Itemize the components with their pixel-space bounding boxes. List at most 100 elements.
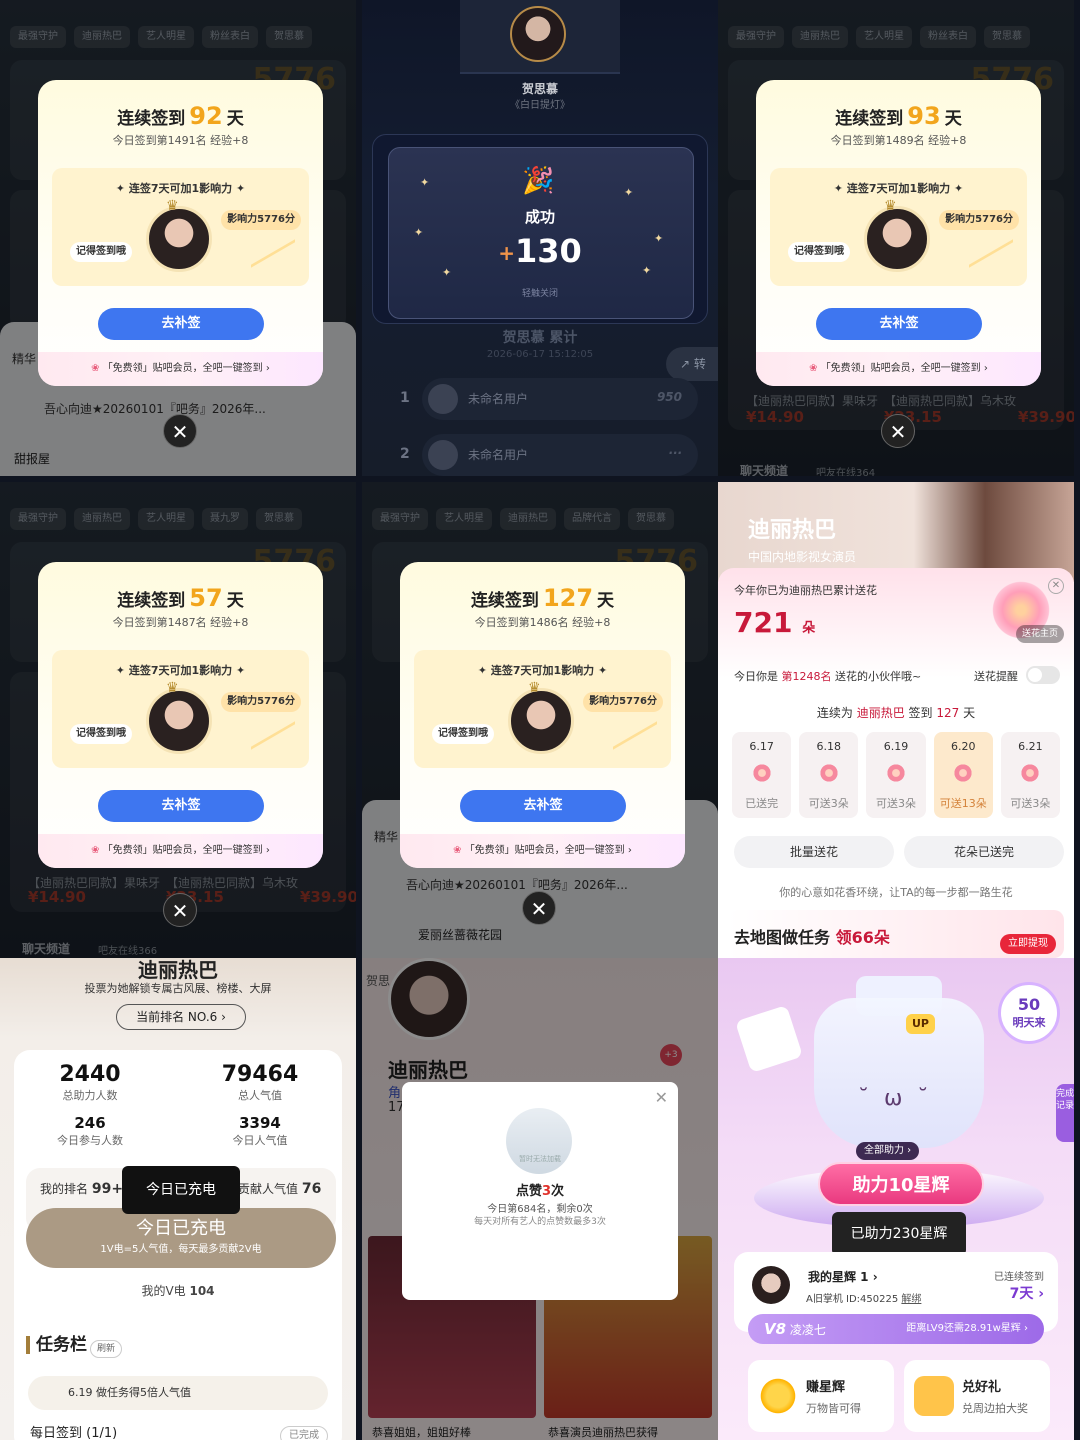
- user-avatar-icon: [428, 440, 458, 470]
- day-card-selected[interactable]: 6.20 可送13朵: [933, 732, 993, 818]
- charge-button[interactable]: 今日已充电 1V电=5人气值，每天最多贡献2V电: [26, 1208, 336, 1268]
- close-icon[interactable]: ✕: [1048, 578, 1064, 594]
- unbind-link[interactable]: 解绑: [901, 1294, 921, 1305]
- streak-days: 92: [189, 102, 223, 130]
- flower-icon: [751, 763, 772, 783]
- vip-promo-link[interactable]: ❀ 「免费领」贴吧会员，全吧一键签到 ›: [756, 352, 1041, 386]
- flower-home-link[interactable]: 送花主页: [1015, 625, 1064, 643]
- like-title: 点赞3次: [515, 1184, 565, 1199]
- withdraw-button[interactable]: 立即提现: [1000, 934, 1056, 954]
- checkin-screen-3: 最强守护 迪丽热巴 艺人明星 聂九罗 贺思慕 5776 【迪丽热巴同款】果味牙 …: [0, 482, 356, 958]
- my-v-electric: 我的V电 104: [141, 1284, 215, 1298]
- rank-score: ···: [668, 446, 682, 460]
- hero-name: 迪丽热巴: [748, 518, 837, 543]
- checkin-subtitle: 今日签到第1487名 经验+8: [112, 616, 249, 629]
- rank-row[interactable]: 未命名用户 ···: [422, 434, 698, 476]
- batch-send-button[interactable]: 批量送花: [734, 836, 894, 868]
- refresh-button[interactable]: 刷新: [90, 1340, 123, 1358]
- total-label: 今年你已为迪丽热巴累计送花: [734, 584, 877, 597]
- earn-star-card[interactable]: 赚星辉 万物皆可得: [748, 1360, 894, 1432]
- gift-icon: ❀: [453, 845, 462, 856]
- day-card[interactable]: 6.19 可送3朵: [866, 732, 926, 818]
- avatar: [752, 1266, 790, 1304]
- share-button[interactable]: ↗ 转: [666, 347, 718, 381]
- rank-score: 950: [656, 390, 682, 404]
- trend-arrow-icon: [969, 239, 1013, 293]
- streak-text: 连续为 迪丽热巴 签到 127 天: [816, 706, 976, 720]
- sparkle-icon: ✦: [420, 176, 430, 189]
- day-card[interactable]: 6.18 可送3朵: [799, 732, 859, 818]
- stat-total-popularity: 79464 总人气值: [221, 1062, 299, 1102]
- rank-pill[interactable]: 当前排名 NO.6 ›: [116, 1004, 246, 1030]
- hero-subtitle: 中国内地影视女演员: [748, 550, 857, 564]
- remember-pill: 记得签到哦: [788, 242, 850, 262]
- day-card[interactable]: 6.17 已送完: [732, 732, 792, 818]
- my-rank: 我的排名 99+: [40, 1181, 124, 1197]
- daily-coin[interactable]: 50 明天来: [998, 982, 1060, 1044]
- bonus-card: ✦ 连签7天可加1影响力 ✦ ♛ 记得签到哦 影响力5776分: [52, 168, 309, 293]
- task-row[interactable]: 6.19 做任务得5倍人气值: [28, 1376, 328, 1410]
- gift-box-icon: [734, 1004, 804, 1074]
- level-bar[interactable]: V8 凌凌七 距离LV9还需28.91w星辉 ›: [748, 1314, 1044, 1344]
- slogan: 你的心意如花香环绕，让TA的每一步都一路生花: [779, 886, 1013, 899]
- up-badge: UP: [906, 1014, 935, 1034]
- remind-toggle[interactable]: [1026, 666, 1060, 684]
- rank-row[interactable]: 未命名用户 950: [422, 378, 698, 420]
- vip-promo-link[interactable]: ❀ 「免费领」贴吧会员，全吧一键签到 ›: [38, 834, 323, 868]
- character-name: 贺思慕: [521, 82, 558, 96]
- task-title: 任务栏: [26, 1336, 87, 1354]
- close-icon[interactable]: ✕: [163, 893, 197, 927]
- makeup-checkin-button[interactable]: 去补签: [98, 790, 264, 822]
- streak-days: 57: [189, 584, 223, 612]
- checkin-screen-4: 最强守护 艺人明星 迪丽热巴 品牌代言 贺思慕 5776 精华 吾心向迪★202…: [362, 482, 718, 958]
- star-icon: [758, 1376, 798, 1416]
- checkin-modal: 连续签到 57 天 今日签到第1487名 经验+8 ✦ 连签7天可加1影响力 ✦ ♛…: [38, 562, 323, 868]
- bonus-text: ✦ 连签7天可加1影响力 ✦: [477, 664, 608, 677]
- checkin-subtitle: 今日签到第1486名 经验+8: [474, 616, 611, 629]
- checkin-modal: 连续签到 127 天 今日签到第1486名 经验+8 ✦ 连签7天可加1影响力 ✦ …: [400, 562, 685, 868]
- checkin-subtitle: 今日签到第1491名 经验+8: [112, 134, 249, 147]
- daily-signin: 每日签到 (1/1): [30, 1426, 118, 1440]
- avatar: [510, 6, 566, 62]
- day-card[interactable]: 6.21 可送3朵: [1000, 732, 1061, 818]
- flower-icon: [886, 763, 906, 783]
- completed-badge: 已完成: [280, 1426, 328, 1440]
- all-help-link[interactable]: 全部助力 ›: [856, 1142, 920, 1160]
- records-tab[interactable]: 完成记录: [1056, 1084, 1074, 1142]
- toast: 已助力230星辉: [832, 1212, 966, 1256]
- vote-screen: 迪丽热巴 投票为她解锁专属古风展、榜楼、大屏 当前排名 NO.6 › 2440 总…: [0, 958, 356, 1440]
- party-popper-icon: 🎉: [522, 166, 555, 196]
- continuous-signin[interactable]: 已连续签到 7天 ›: [994, 1268, 1044, 1303]
- my-popularity: 贡献人气值 76: [238, 1181, 322, 1197]
- image-placeholder-icon: [506, 1108, 572, 1174]
- flower-icon: [818, 763, 839, 783]
- ranking-title: 贺思慕 累计: [502, 330, 578, 346]
- crown-icon: ♛: [166, 680, 179, 696]
- help-button[interactable]: 助力10星辉: [818, 1162, 984, 1206]
- gift-icon: ❀: [91, 363, 100, 374]
- vip-promo-link[interactable]: ❀ 「免费领」贴吧会员，全吧一键签到 ›: [400, 834, 685, 868]
- checkin-screen-2: 最强守护 迪丽热巴 艺人明星 粉丝表白 贺思慕 5776 【迪丽热巴同款】果味牙…: [718, 0, 1074, 476]
- crown-icon: ♛: [166, 198, 179, 214]
- close-icon[interactable]: ✕: [881, 414, 915, 448]
- like-screen: 贺思 迪丽热巴 角 17 +3 恭喜姐姐，姐姐好棒 恭喜演员迪丽热巴获得 ✕ 暂…: [362, 958, 718, 1440]
- checkin-title: 连续签到 93 天: [835, 102, 962, 130]
- gift-icon: ❀: [809, 363, 818, 374]
- influence-pill: 影响力5776分: [221, 692, 301, 712]
- makeup-checkin-button[interactable]: 去补签: [98, 308, 264, 340]
- close-icon[interactable]: ✕: [655, 1088, 668, 1107]
- ranking-time: 2026-06-17 15:12:05: [486, 349, 594, 360]
- gift-icon: ❀: [91, 845, 100, 856]
- vip-promo-link[interactable]: ❀ 「免费领」贴吧会员，全吧一键签到 ›: [38, 352, 323, 386]
- redeem-gift-card[interactable]: 兑好礼 兑周边拍大奖: [904, 1360, 1050, 1432]
- makeup-checkin-button[interactable]: 去补签: [460, 790, 626, 822]
- flower-icon: [1020, 763, 1041, 783]
- close-icon[interactable]: ✕: [522, 891, 556, 925]
- makeup-checkin-button[interactable]: 去补签: [816, 308, 982, 340]
- avatar: [146, 688, 212, 754]
- flowers-used-button[interactable]: 花朵已送完: [904, 836, 1064, 868]
- user-id: A旧掌机 ID:450225 解绑: [806, 1294, 922, 1305]
- task-title: 去地图做任务 领66朵: [734, 928, 890, 947]
- my-star-link[interactable]: 我的星辉 1 ›: [808, 1268, 878, 1285]
- close-icon[interactable]: ✕: [163, 414, 197, 448]
